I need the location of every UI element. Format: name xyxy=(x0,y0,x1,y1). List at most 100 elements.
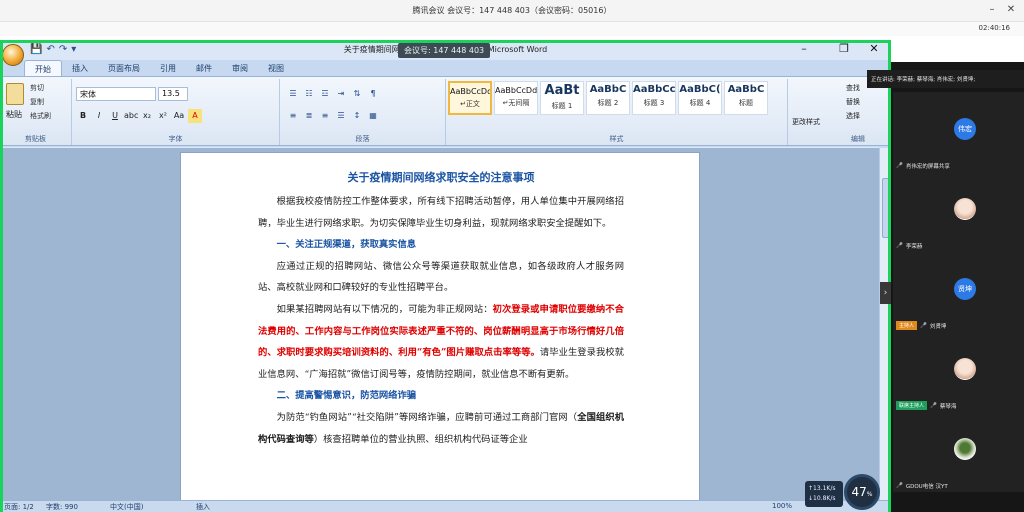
meeting-sub-bar: 02:40:16 xyxy=(0,22,1024,36)
multilevel-list-icon[interactable]: ☲ xyxy=(318,87,332,101)
mic-icon: 🎤 xyxy=(920,322,927,329)
align-left-icon[interactable]: ≡ xyxy=(286,109,300,123)
status-language: 中文(中国) xyxy=(110,503,144,511)
italic-button[interactable]: I xyxy=(92,109,106,123)
mic-icon: 🎤 xyxy=(896,163,903,169)
superscript-button[interactable]: x² xyxy=(156,109,170,123)
avatar xyxy=(954,358,976,380)
font-size-select[interactable]: 13.5 xyxy=(158,87,188,101)
save-icon[interactable]: 💾 xyxy=(30,44,42,55)
office-button[interactable] xyxy=(2,44,24,66)
word-close-button[interactable]: ✕ xyxy=(860,42,888,55)
paste-icon[interactable] xyxy=(6,83,24,105)
network-speed: ↑13.1K/s ↓10.8K/s xyxy=(805,481,843,507)
heading-section-1: 一、关注正规渠道，获取真实信息 xyxy=(276,239,417,251)
status-words: 字数: 990 xyxy=(46,503,78,511)
participant-name: 肖伟宏的屏幕共享 xyxy=(905,164,950,170)
replace-button[interactable]: 替换 xyxy=(846,97,860,107)
fraud-intro: 为防范“钓鱼网站”“社交陷阱”等网络诈骗，应聘前可通过工商部门官网（ xyxy=(276,411,578,423)
bold-button[interactable]: B xyxy=(76,109,90,123)
shading-icon[interactable]: ▦ xyxy=(366,109,380,123)
indent-icon[interactable]: ⇥ xyxy=(334,87,348,101)
font-color-button[interactable]: A xyxy=(188,109,202,123)
paragraph-intro: 根据我校疫情防控工作整体要求，所有线下招聘活动暂停，用人单位集中开展网络招聘，毕… xyxy=(258,196,624,229)
scrollbar-thumb[interactable] xyxy=(882,178,890,238)
sort-icon[interactable]: ⇅ xyxy=(350,87,364,101)
font-format-buttons: B I U abc x₂ x² Aa A xyxy=(76,109,202,123)
list-buttons: ☰ ☷ ☲ ⇥ ⇅ ¶ xyxy=(286,87,380,101)
copy-button[interactable]: 复制 xyxy=(30,97,44,107)
font-name-select[interactable]: 宋体 xyxy=(76,87,156,101)
underline-button[interactable]: U xyxy=(108,109,122,123)
participant-name: 蔡琴海 xyxy=(939,403,957,410)
format-painter-button[interactable]: 格式刷 xyxy=(30,111,51,121)
word-restore-button[interactable]: ❐ xyxy=(830,42,858,55)
align-center-icon[interactable]: ≣ xyxy=(302,109,316,123)
participant-tile[interactable]: 🎤 李荣赫 xyxy=(893,172,1024,252)
mic-icon: 🎤 xyxy=(930,402,937,409)
collapse-panel-button[interactable]: › xyxy=(880,282,891,304)
tab-insert[interactable]: 插入 xyxy=(62,60,98,76)
styles-group: 样式 xyxy=(446,79,788,145)
share-meeting-pill: 会议号: 147 448 403 xyxy=(398,43,491,58)
numbering-icon[interactable]: ☷ xyxy=(302,87,316,101)
meeting-top-bar: 腾讯会议 会议号：147 448 403（会议密码：05016） – ✕ xyxy=(0,0,1024,22)
document-page[interactable]: 关于疫情期间网络求职安全的注意事项 根据我校疫情防控工作整体要求，所有线下招聘活… xyxy=(180,152,700,512)
justify-icon[interactable]: ☰ xyxy=(334,109,348,123)
participant-tile[interactable]: 贤坤 主持人 🎤 刘贤坤 xyxy=(893,252,1024,332)
show-marks-icon[interactable]: ¶ xyxy=(366,87,380,101)
vertical-scrollbar[interactable] xyxy=(879,148,891,500)
tab-mailings[interactable]: 邮件 xyxy=(186,60,222,76)
participant-tile[interactable]: 🎤 GDOU电信 汉YT xyxy=(893,412,1024,492)
status-insert-mode: 插入 xyxy=(196,503,210,511)
select-button[interactable]: 选择 xyxy=(846,111,860,121)
document-title: 关于疫情期间网络求职安全的注意事项 xyxy=(347,171,535,184)
undo-icon[interactable]: ↶ xyxy=(46,44,54,55)
participant-label: 🎤 李荣赫 xyxy=(896,242,922,250)
participant-tile[interactable]: 联席主持人 🎤 蔡琴海 xyxy=(893,332,1024,412)
avatar xyxy=(954,438,976,460)
download-speed: ↓10.8K/s xyxy=(808,495,836,502)
participant-label: 🎤 GDOU电信 汉YT xyxy=(896,482,948,490)
tab-view[interactable]: 视图 xyxy=(258,60,294,76)
quick-access-toolbar: 💾 ↶ ↷ ▾ xyxy=(30,44,76,55)
paragraph-group-label: 段落 xyxy=(355,135,370,143)
clipboard-group-label: 剪贴板 xyxy=(25,135,46,143)
change-case-button[interactable]: Aa xyxy=(172,109,186,123)
word-minimize-button[interactable]: – xyxy=(790,42,818,55)
change-styles-button[interactable]: 更改样式 xyxy=(792,117,820,127)
subscript-button[interactable]: x₂ xyxy=(140,109,154,123)
align-right-icon[interactable]: ≡ xyxy=(318,109,332,123)
line-spacing-icon[interactable]: ↕ xyxy=(350,109,364,123)
redo-icon[interactable]: ↷ xyxy=(59,44,67,55)
tab-review[interactable]: 审阅 xyxy=(222,60,258,76)
align-buttons: ≡ ≣ ≡ ☰ ↕ ▦ xyxy=(286,109,380,123)
tab-references[interactable]: 引用 xyxy=(150,60,186,76)
heading-section-2: 二、提高警惕意识，防范网络诈骗 xyxy=(276,390,417,402)
tab-home[interactable]: 开始 xyxy=(24,60,62,76)
find-button[interactable]: 查找 xyxy=(846,83,860,93)
participant-label: 🎤 肖伟宏的屏幕共享 xyxy=(896,162,950,170)
bullets-icon[interactable]: ☰ xyxy=(286,87,300,101)
participant-tile[interactable]: 伟宏 🎤 肖伟宏的屏幕共享 xyxy=(893,92,1024,172)
meeting-minimize-button[interactable]: – xyxy=(985,4,999,15)
tab-page-layout[interactable]: 页面布局 xyxy=(98,60,150,76)
avatar: 伟宏 xyxy=(954,118,976,140)
ribbon-tabs: 开始 插入 页面布局 引用 邮件 审阅 视图 xyxy=(24,60,294,76)
clipboard-group: 粘贴 剪切 复制 格式刷 剪贴板 xyxy=(0,79,72,145)
participant-name: 李荣赫 xyxy=(905,244,923,250)
meeting-close-button[interactable]: ✕ xyxy=(1004,4,1018,15)
status-page: 页面: 1/2 xyxy=(4,503,34,511)
participant-label: 主持人 🎤 刘贤坤 xyxy=(896,321,946,330)
paragraph-group: ☰ ☷ ☲ ⇥ ⇅ ¶ ≡ ≣ ≡ ☰ ↕ ▦ 段落 xyxy=(280,79,446,145)
strikethrough-button[interactable]: abc xyxy=(124,109,138,123)
cohost-badge: 联席主持人 xyxy=(896,401,928,410)
page-content: 关于疫情期间网络求职安全的注意事项 根据我校疫情防控工作整体要求，所有线下招聘活… xyxy=(258,169,624,450)
cut-button[interactable]: 剪切 xyxy=(30,83,44,93)
participant-name: 刘贤坤 xyxy=(929,323,947,330)
screen: { "meeting": { "info": "腾讯会议 会议号：147 448… xyxy=(0,0,1024,512)
font-group: 宋体 13.5 B I U abc x₂ x² Aa A 字体 xyxy=(72,79,280,145)
customize-qat-icon[interactable]: ▾ xyxy=(71,44,76,55)
paste-button[interactable]: 粘贴 xyxy=(6,109,22,120)
mic-icon: 🎤 xyxy=(896,483,903,489)
